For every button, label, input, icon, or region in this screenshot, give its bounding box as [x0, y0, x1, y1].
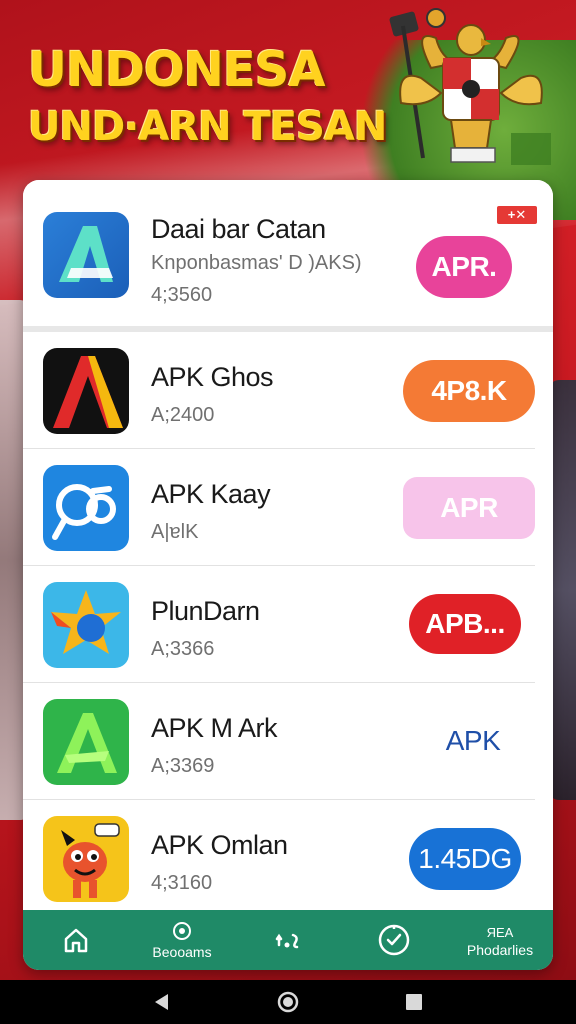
- nav-label-top: ЯEA: [486, 924, 514, 940]
- app-title: PlunDarn: [151, 596, 260, 626]
- recents-icon[interactable]: [404, 992, 424, 1012]
- featured-app-meta: 4;3560: [151, 284, 213, 306]
- featured-app-row[interactable]: Daai bar Catan Knponbasmas' D )AKS) 4;35…: [23, 180, 553, 332]
- app-meta: A;3369: [151, 755, 215, 777]
- banner-headline-1: UNDONESA: [28, 42, 325, 98]
- clock-check-icon: [378, 924, 410, 956]
- download-button[interactable]: APB...: [409, 594, 521, 654]
- download-button[interactable]: APR: [403, 477, 535, 539]
- app-meta: A|ɐlK: [151, 521, 199, 543]
- featured-download-button[interactable]: APR.: [416, 236, 512, 298]
- app-meta: A;2400: [151, 404, 215, 426]
- ad-close-badge[interactable]: +✕: [497, 206, 537, 224]
- mascot-icon: [43, 816, 129, 902]
- nav-home[interactable]: [23, 910, 129, 970]
- garuda-emblem-icon: [389, 8, 551, 165]
- nav-beooams[interactable]: Beooams: [129, 910, 235, 970]
- list-item[interactable]: APK Ghos A;2400 4P8.K: [23, 332, 535, 449]
- home-icon: [64, 928, 88, 953]
- app-meta: 4;3160: [151, 872, 213, 894]
- back-icon[interactable]: [152, 992, 172, 1012]
- system-nav-bar: [0, 980, 576, 1024]
- record-icon: [173, 922, 191, 940]
- app-list-card: Daai bar Catan Knponbasmas' D )AKS) 4;35…: [23, 180, 553, 970]
- sync-icon: [275, 933, 299, 949]
- green-a-icon: [43, 699, 129, 785]
- download-button[interactable]: APK: [423, 711, 523, 771]
- letter-a-icon: [43, 348, 129, 434]
- list-item[interactable]: APK Omlan 4;3160 1.45DG: [23, 800, 535, 917]
- bottom-nav-bar: Beooams ЯEA Phodarlies: [23, 910, 553, 970]
- letter-a-blue-icon: [43, 212, 129, 298]
- app-title: APK Ghos: [151, 362, 274, 392]
- download-button[interactable]: 1.45DG: [409, 828, 521, 890]
- featured-app-subtitle: Knponbasmas' D )AKS): [151, 252, 362, 274]
- nav-phodarlies[interactable]: ЯEA Phodarlies: [447, 910, 553, 970]
- list-item[interactable]: PlunDarn A;3366 APB...: [23, 566, 535, 683]
- link-icon: [43, 465, 129, 551]
- background-device-right: [549, 380, 576, 800]
- nav-history[interactable]: [341, 910, 447, 970]
- star-icon: [43, 582, 129, 668]
- app-title: APK Kaay: [151, 479, 271, 509]
- list-item[interactable]: APK Kaay A|ɐlK APR: [23, 449, 535, 566]
- nav-label: Phodarlies: [466, 941, 534, 958]
- app-title: APK M Ark: [151, 713, 278, 743]
- list-item[interactable]: APK M Ark A;3369 APK: [23, 683, 535, 800]
- home-circle-icon[interactable]: [276, 990, 300, 1014]
- nav-label: Beooams: [152, 944, 212, 960]
- nav-sync[interactable]: [235, 910, 341, 970]
- featured-app-title: Daai bar Catan: [151, 214, 326, 244]
- app-meta: A;3366: [151, 638, 215, 660]
- download-button[interactable]: 4P8.K: [403, 360, 535, 422]
- banner-headline-2: UND·ARN TESAN: [28, 104, 387, 150]
- app-title: APK Omlan: [151, 830, 288, 860]
